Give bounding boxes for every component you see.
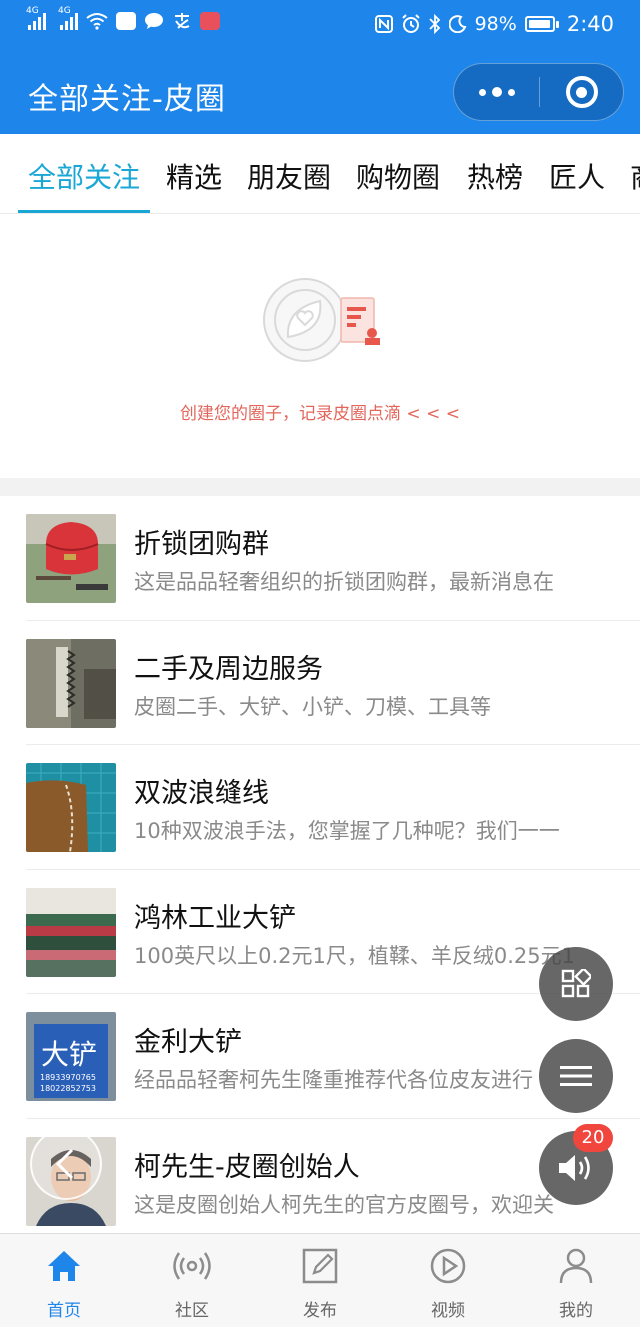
status-left: 4G 4G bbox=[26, 6, 220, 30]
circle-thumbnail bbox=[26, 514, 116, 603]
battery-percent: 98% bbox=[474, 13, 517, 35]
nav-home[interactable]: 首页 bbox=[0, 1234, 128, 1327]
edit-icon bbox=[302, 1248, 338, 1284]
chat-icon bbox=[145, 13, 163, 29]
circle-desc: 这是皮圈创始人柯先生的官方皮圈号，欢迎关 bbox=[134, 1192, 554, 1217]
page-title: 全部关注-皮圈 bbox=[28, 82, 226, 117]
nav-label: 我的 bbox=[559, 1301, 593, 1321]
grid-fab-button[interactable] bbox=[539, 947, 613, 1021]
circle-thumbnail bbox=[26, 763, 116, 852]
circle-thumbnail bbox=[26, 887, 116, 977]
circle-desc: 经品品轻奢柯先生隆重推荐代各位皮友进行 bbox=[134, 1068, 533, 1092]
nav-mine[interactable]: 我的 bbox=[512, 1234, 640, 1327]
pay-icon bbox=[175, 13, 190, 29]
target-icon bbox=[565, 76, 598, 108]
section-divider bbox=[0, 478, 640, 496]
grid-icon bbox=[561, 969, 591, 998]
home-icon bbox=[48, 1251, 80, 1281]
notification-badge: 20 bbox=[573, 1124, 613, 1152]
app-notification-icon bbox=[116, 12, 136, 30]
tab-friends-circle[interactable]: 朋友圈 bbox=[247, 156, 331, 196]
sign-phone-1: 18933970765 bbox=[40, 1073, 96, 1082]
signal-icon-2: 4G bbox=[58, 6, 78, 30]
moon-icon bbox=[448, 15, 466, 33]
nav-label: 视频 bbox=[431, 1301, 465, 1321]
circle-title: 金利大铲 bbox=[134, 1027, 242, 1058]
circle-thumbnail bbox=[26, 638, 116, 728]
alarm-icon bbox=[401, 14, 420, 33]
empty-state: 创建您的圈子，记录皮圈点滴 < < < bbox=[0, 215, 640, 478]
empty-circle-illustration bbox=[263, 278, 380, 362]
nav-label: 首页 bbox=[47, 1301, 81, 1321]
nav-label: 发布 bbox=[303, 1301, 337, 1321]
status-right: 98% 2:40 bbox=[374, 12, 614, 36]
list-item[interactable]: 折锁团购群 这是品品轻奢组织的折锁团购群，最新消息在 bbox=[26, 496, 640, 621]
list-menu-icon bbox=[560, 1066, 592, 1086]
speaker-icon bbox=[559, 1155, 590, 1181]
user-icon bbox=[559, 1248, 593, 1284]
circle-title: 折锁团购群 bbox=[134, 529, 269, 560]
nav-publish[interactable]: 发布 bbox=[256, 1234, 384, 1327]
more-menu-button[interactable] bbox=[454, 64, 539, 120]
top-bar: 4G 4G 98% 2:40 全部关注-皮圈 bbox=[0, 0, 640, 134]
nav-video[interactable]: 视频 bbox=[384, 1234, 512, 1327]
empty-state-text[interactable]: 创建您的圈子，记录皮圈点滴 < < < bbox=[0, 399, 640, 424]
circle-desc: 这是品品轻奢组织的折锁团购群，最新消息在 bbox=[134, 570, 554, 594]
nav-community[interactable]: 社区 bbox=[128, 1234, 256, 1327]
tab-more-partial[interactable]: 商 bbox=[630, 156, 640, 196]
tab-craftsman[interactable]: 匠人 bbox=[549, 156, 605, 196]
close-miniprogram-button[interactable] bbox=[540, 76, 623, 108]
sign-phone-2: 18022852753 bbox=[40, 1084, 96, 1093]
tab-hot-list[interactable]: 热榜 bbox=[467, 156, 523, 196]
wifi-icon bbox=[86, 13, 108, 30]
category-tabs: 全部关注 精选 朋友圈 购物圈 热榜 匠人 商 bbox=[0, 134, 640, 214]
bottom-nav: 首页 社区 发布 视频 我的 bbox=[0, 1233, 640, 1327]
clock-time: 2:40 bbox=[566, 12, 614, 36]
circle-title: 柯先生-皮圈创始人 bbox=[134, 1151, 360, 1183]
list-item[interactable]: 双波浪缝线 10种双波浪手法，您掌握了几种呢？我们一一 bbox=[26, 745, 640, 870]
miniprogram-capsule bbox=[453, 63, 624, 121]
tab-all-follow[interactable]: 全部关注 bbox=[28, 156, 140, 196]
circle-thumbnail: 大铲 18933970765 18022852753 bbox=[26, 1012, 116, 1101]
chevron-left-icon bbox=[55, 1148, 74, 1180]
broadcast-icon bbox=[173, 1252, 211, 1280]
circle-desc: 10种双波浪手法，您掌握了几种呢？我们一一 bbox=[134, 819, 560, 843]
play-icon bbox=[430, 1248, 466, 1284]
list-item[interactable]: 二手及周边服务 皮圈二手、大铲、小铲、刀模、工具等 bbox=[26, 621, 640, 745]
app-icon-red bbox=[200, 12, 220, 30]
tab-featured[interactable]: 精选 bbox=[166, 156, 222, 196]
menu-fab-button[interactable] bbox=[539, 1039, 613, 1113]
floating-back-button[interactable] bbox=[30, 1128, 102, 1200]
tab-shopping-circle[interactable]: 购物圈 bbox=[356, 156, 440, 196]
battery-icon bbox=[524, 16, 559, 32]
status-bar: 4G 4G 98% 2:40 bbox=[0, 0, 640, 50]
signal-icon: 4G bbox=[26, 6, 46, 30]
circle-desc: 100英尺以上0.2元1尺，植鞣、羊反绒0.25元1 bbox=[134, 943, 575, 968]
sign-big-text: 大铲 bbox=[41, 1038, 97, 1071]
nav-label: 社区 bbox=[175, 1301, 209, 1321]
title-bar: 全部关注-皮圈 bbox=[0, 56, 640, 128]
circle-title: 双波浪缝线 bbox=[134, 778, 269, 809]
circle-desc: 皮圈二手、大铲、小铲、刀模、工具等 bbox=[134, 694, 491, 719]
active-tab-indicator bbox=[18, 210, 150, 213]
bluetooth-icon bbox=[428, 14, 440, 34]
circle-title: 鸿林工业大铲 bbox=[134, 902, 296, 934]
nfc-icon bbox=[374, 15, 393, 33]
circle-title: 二手及周边服务 bbox=[134, 653, 323, 685]
